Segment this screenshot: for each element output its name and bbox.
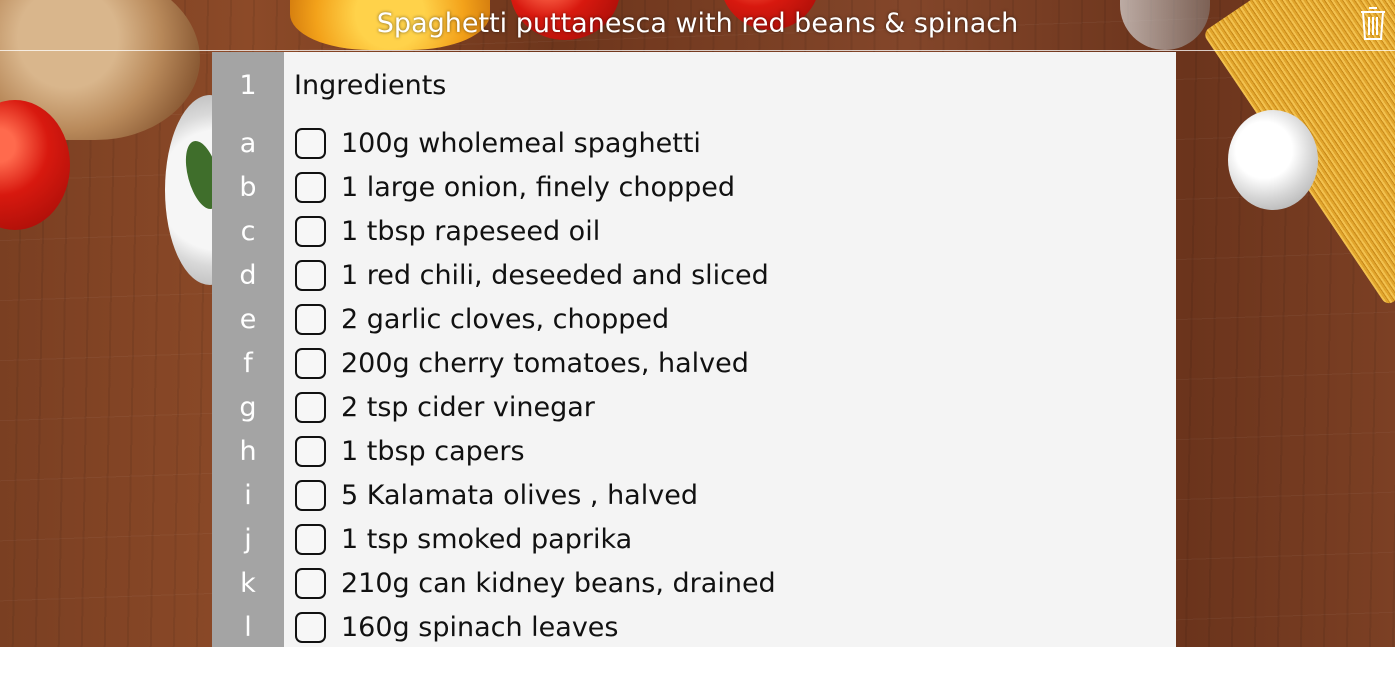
ingredient-letter: a — [239, 128, 257, 159]
ingredient-letter: g — [239, 392, 257, 423]
trash-icon[interactable] — [1358, 4, 1388, 42]
ingredient-text: 1 red chili, deseeded and sliced — [341, 260, 769, 291]
ingredient-row: h 1 tbsp capers — [212, 436, 1176, 480]
ingredient-letter: c — [240, 216, 256, 247]
ingredient-row: l 160g spinach leaves — [212, 612, 1176, 647]
ingredient-checkbox[interactable] — [295, 216, 326, 247]
ingredient-row: d 1 red chili, deseeded and sliced — [212, 260, 1176, 304]
ingredient-text: 1 tbsp capers — [341, 436, 525, 467]
ingredient-text: 5 Kalamata olives , halved — [341, 480, 698, 511]
ingredient-letter: k — [240, 568, 256, 599]
ingredient-checkbox[interactable] — [295, 172, 326, 203]
ingredient-checkbox[interactable] — [295, 348, 326, 379]
ingredient-row: c 1 tbsp rapeseed oil — [212, 216, 1176, 260]
section-number: 1 — [239, 70, 257, 101]
section-header: 1 Ingredients — [212, 70, 1176, 114]
ingredient-letter: j — [244, 524, 252, 555]
ingredient-checkbox[interactable] — [295, 436, 326, 467]
ingredient-text: 210g can kidney beans, drained — [341, 568, 776, 599]
ingredient-letter: l — [244, 612, 252, 643]
ingredient-letter: i — [244, 480, 252, 511]
section-heading: Ingredients — [294, 70, 447, 101]
ingredient-row: e 2 garlic cloves, chopped — [212, 304, 1176, 348]
ingredient-checkbox[interactable] — [295, 612, 326, 643]
recipe-title: Spaghetti puttanesca with red beans & sp… — [376, 8, 1019, 39]
jar-image — [1228, 110, 1318, 210]
ingredient-checkbox[interactable] — [295, 128, 326, 159]
ingredient-row: i 5 Kalamata olives , halved — [212, 480, 1176, 524]
ingredient-text: 1 tbsp rapeseed oil — [341, 216, 601, 247]
ingredient-row: k 210g can kidney beans, drained — [212, 568, 1176, 612]
ingredient-row: b 1 large onion, finely chopped — [212, 172, 1176, 216]
ingredient-text: 2 garlic cloves, chopped — [341, 304, 670, 335]
ingredient-text: 1 tsp smoked paprika — [341, 524, 633, 555]
ingredient-text: 1 large onion, finely chopped — [341, 172, 735, 203]
ingredient-letter: b — [239, 172, 257, 203]
ingredients-panel: 1 Ingredients a 100g wholemeal spaghetti b… — [212, 52, 1176, 647]
ingredient-checkbox[interactable] — [295, 480, 326, 511]
ingredient-text: 160g spinach leaves — [341, 612, 619, 643]
ingredient-letter: e — [239, 304, 257, 335]
ingredient-row: g 2 tsp cider vinegar — [212, 392, 1176, 436]
ingredient-row: j 1 tsp smoked paprika — [212, 524, 1176, 568]
ingredient-checkbox[interactable] — [295, 568, 326, 599]
ingredient-checkbox[interactable] — [295, 392, 326, 423]
ingredient-checkbox[interactable] — [295, 304, 326, 335]
ingredient-row: f 200g cherry tomatoes, halved — [212, 348, 1176, 392]
ingredient-letter: h — [239, 436, 257, 467]
ingredient-text: 200g cherry tomatoes, halved — [341, 348, 749, 379]
header-bar: Spaghetti puttanesca with red beans & sp… — [0, 0, 1395, 51]
ingredient-text: 2 tsp cider vinegar — [341, 392, 595, 423]
ingredient-letter: d — [239, 260, 257, 291]
ingredient-text: 100g wholemeal spaghetti — [341, 128, 701, 159]
ingredient-checkbox[interactable] — [295, 524, 326, 555]
ingredient-checkbox[interactable] — [295, 260, 326, 291]
ingredient-row: a 100g wholemeal spaghetti — [212, 128, 1176, 172]
ingredient-letter: f — [243, 348, 253, 379]
